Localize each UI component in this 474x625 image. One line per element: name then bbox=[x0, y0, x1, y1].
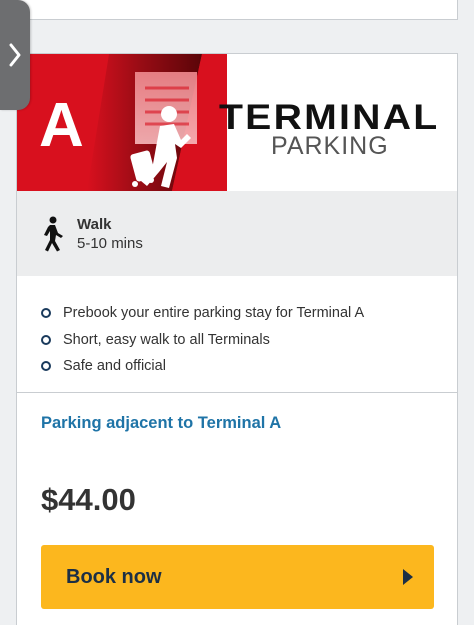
play-arrow-icon bbox=[403, 569, 413, 585]
parking-product-card: A TERMINAL PARKING Walk 5-10 mins Preboo… bbox=[16, 53, 458, 625]
price: $44.00 bbox=[41, 482, 136, 517]
walk-label: Walk bbox=[77, 215, 112, 233]
walking-person-icon bbox=[44, 216, 63, 251]
side-drawer-tab[interactable] bbox=[0, 0, 30, 110]
feature-list: Prebook your entire parking stay for Ter… bbox=[17, 276, 457, 393]
parking-description: Parking adjacent to Terminal A bbox=[41, 414, 282, 432]
feature-item: Short, easy walk to all Terminals bbox=[41, 327, 457, 354]
previous-card-edge bbox=[16, 0, 458, 20]
feature-item: Prebook your entire parking stay for Ter… bbox=[41, 300, 457, 327]
svg-text:A: A bbox=[39, 91, 84, 160]
page: A TERMINAL PARKING Walk 5-10 mins Preboo… bbox=[0, 0, 474, 625]
walk-info: Walk 5-10 mins bbox=[17, 191, 457, 276]
terminal-a-logo: A bbox=[17, 54, 227, 191]
bullet-icon bbox=[41, 334, 51, 345]
terminal-parking-banner: A TERMINAL PARKING bbox=[17, 54, 457, 191]
bullet-icon bbox=[41, 308, 51, 319]
chevron-right-icon bbox=[9, 43, 21, 67]
walk-duration: 5-10 mins bbox=[77, 234, 143, 252]
feature-item: Safe and official bbox=[41, 353, 457, 380]
book-now-button[interactable]: Book now bbox=[41, 545, 434, 609]
brand-subtitle: PARKING bbox=[271, 132, 389, 160]
book-now-label: Book now bbox=[66, 565, 162, 588]
bullet-icon bbox=[41, 361, 51, 372]
